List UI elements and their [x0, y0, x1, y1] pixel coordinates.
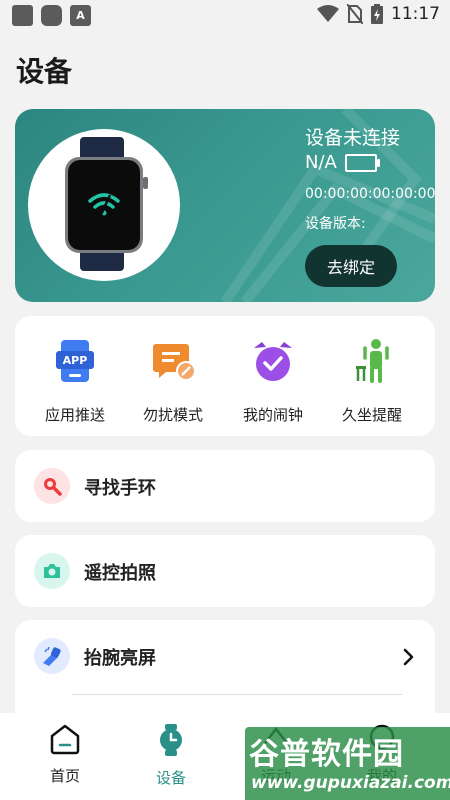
app-push-icon: APP — [56, 340, 94, 382]
tab-label: 设备 — [155, 769, 186, 787]
row-remote-camera[interactable]: 遥控拍照 — [15, 535, 435, 607]
quick-action-sedentary[interactable]: 久坐提醒 — [322, 336, 422, 425]
status-time: 11:17 — [391, 4, 440, 24]
camera-icon — [34, 553, 70, 589]
search-icon — [34, 468, 70, 504]
battery-level: N/A — [305, 152, 337, 173]
notification-icon — [12, 5, 33, 26]
quick-action-label: 应用推送 — [44, 406, 105, 424]
row-label: 遥控拍照 — [84, 563, 156, 584]
row-raise-wrist[interactable]: 抬腕亮屏 — [15, 620, 435, 720]
notification-icon — [41, 5, 62, 26]
row-label: 寻找手环 — [84, 478, 156, 499]
quick-action-label: 勿扰模式 — [142, 406, 203, 424]
quick-action-alarm[interactable]: 我的闹钟 — [223, 336, 323, 425]
chevron-right-icon — [403, 648, 414, 666]
battery-icon — [344, 153, 380, 172]
status-bar: A 11:17 — [0, 0, 450, 32]
tab-device[interactable]: 设备 — [131, 723, 211, 788]
row-label: 抬腕亮屏 — [84, 648, 156, 669]
quick-action-label: 久坐提醒 — [341, 406, 402, 424]
tab-home[interactable]: 首页 — [25, 723, 105, 786]
alarm-clock-icon — [254, 342, 292, 381]
raise-wrist-icon — [34, 638, 70, 674]
notification-letter-icon: A — [70, 5, 91, 26]
wifi-icon — [317, 5, 339, 22]
no-sim-icon — [347, 4, 363, 24]
device-card: 设备未连接 N/A 00:00:00:00:00:00 设备版本: 去绑定 — [15, 109, 435, 302]
quick-actions-card: APP 应用推送 勿扰模式 我的闹钟 久坐提醒 — [15, 316, 435, 436]
bind-device-button[interactable]: 去绑定 — [305, 245, 397, 287]
battery-charging-icon — [371, 4, 383, 24]
watermark-title: 谷普软件园 — [249, 737, 404, 772]
watermark-url: www.gupuxiazai.com — [251, 773, 450, 793]
quick-action-app-push[interactable]: APP 应用推送 — [25, 336, 125, 425]
watch-image — [28, 129, 180, 281]
divider — [72, 694, 402, 695]
watch-icon — [160, 724, 182, 756]
connection-status: 设备未连接 — [305, 127, 401, 149]
tab-label: 首页 — [49, 767, 80, 785]
quick-action-label: 我的闹钟 — [242, 406, 303, 424]
device-mac-address: 00:00:00:00:00:00 — [305, 186, 435, 202]
watermark-logo: 谷普软件园 www.gupuxiazai.com — [245, 727, 450, 800]
battery-row: N/A — [305, 152, 380, 173]
quick-action-do-not-disturb[interactable]: 勿扰模式 — [123, 336, 223, 425]
device-version: 设备版本: — [305, 216, 366, 232]
sedentary-reminder-icon — [356, 339, 389, 383]
do-not-disturb-icon — [153, 344, 196, 381]
row-find-band[interactable]: 寻找手环 — [15, 450, 435, 522]
svg-text:APP: APP — [63, 354, 88, 367]
page-title: 设备 — [16, 55, 73, 88]
home-icon — [50, 724, 80, 755]
